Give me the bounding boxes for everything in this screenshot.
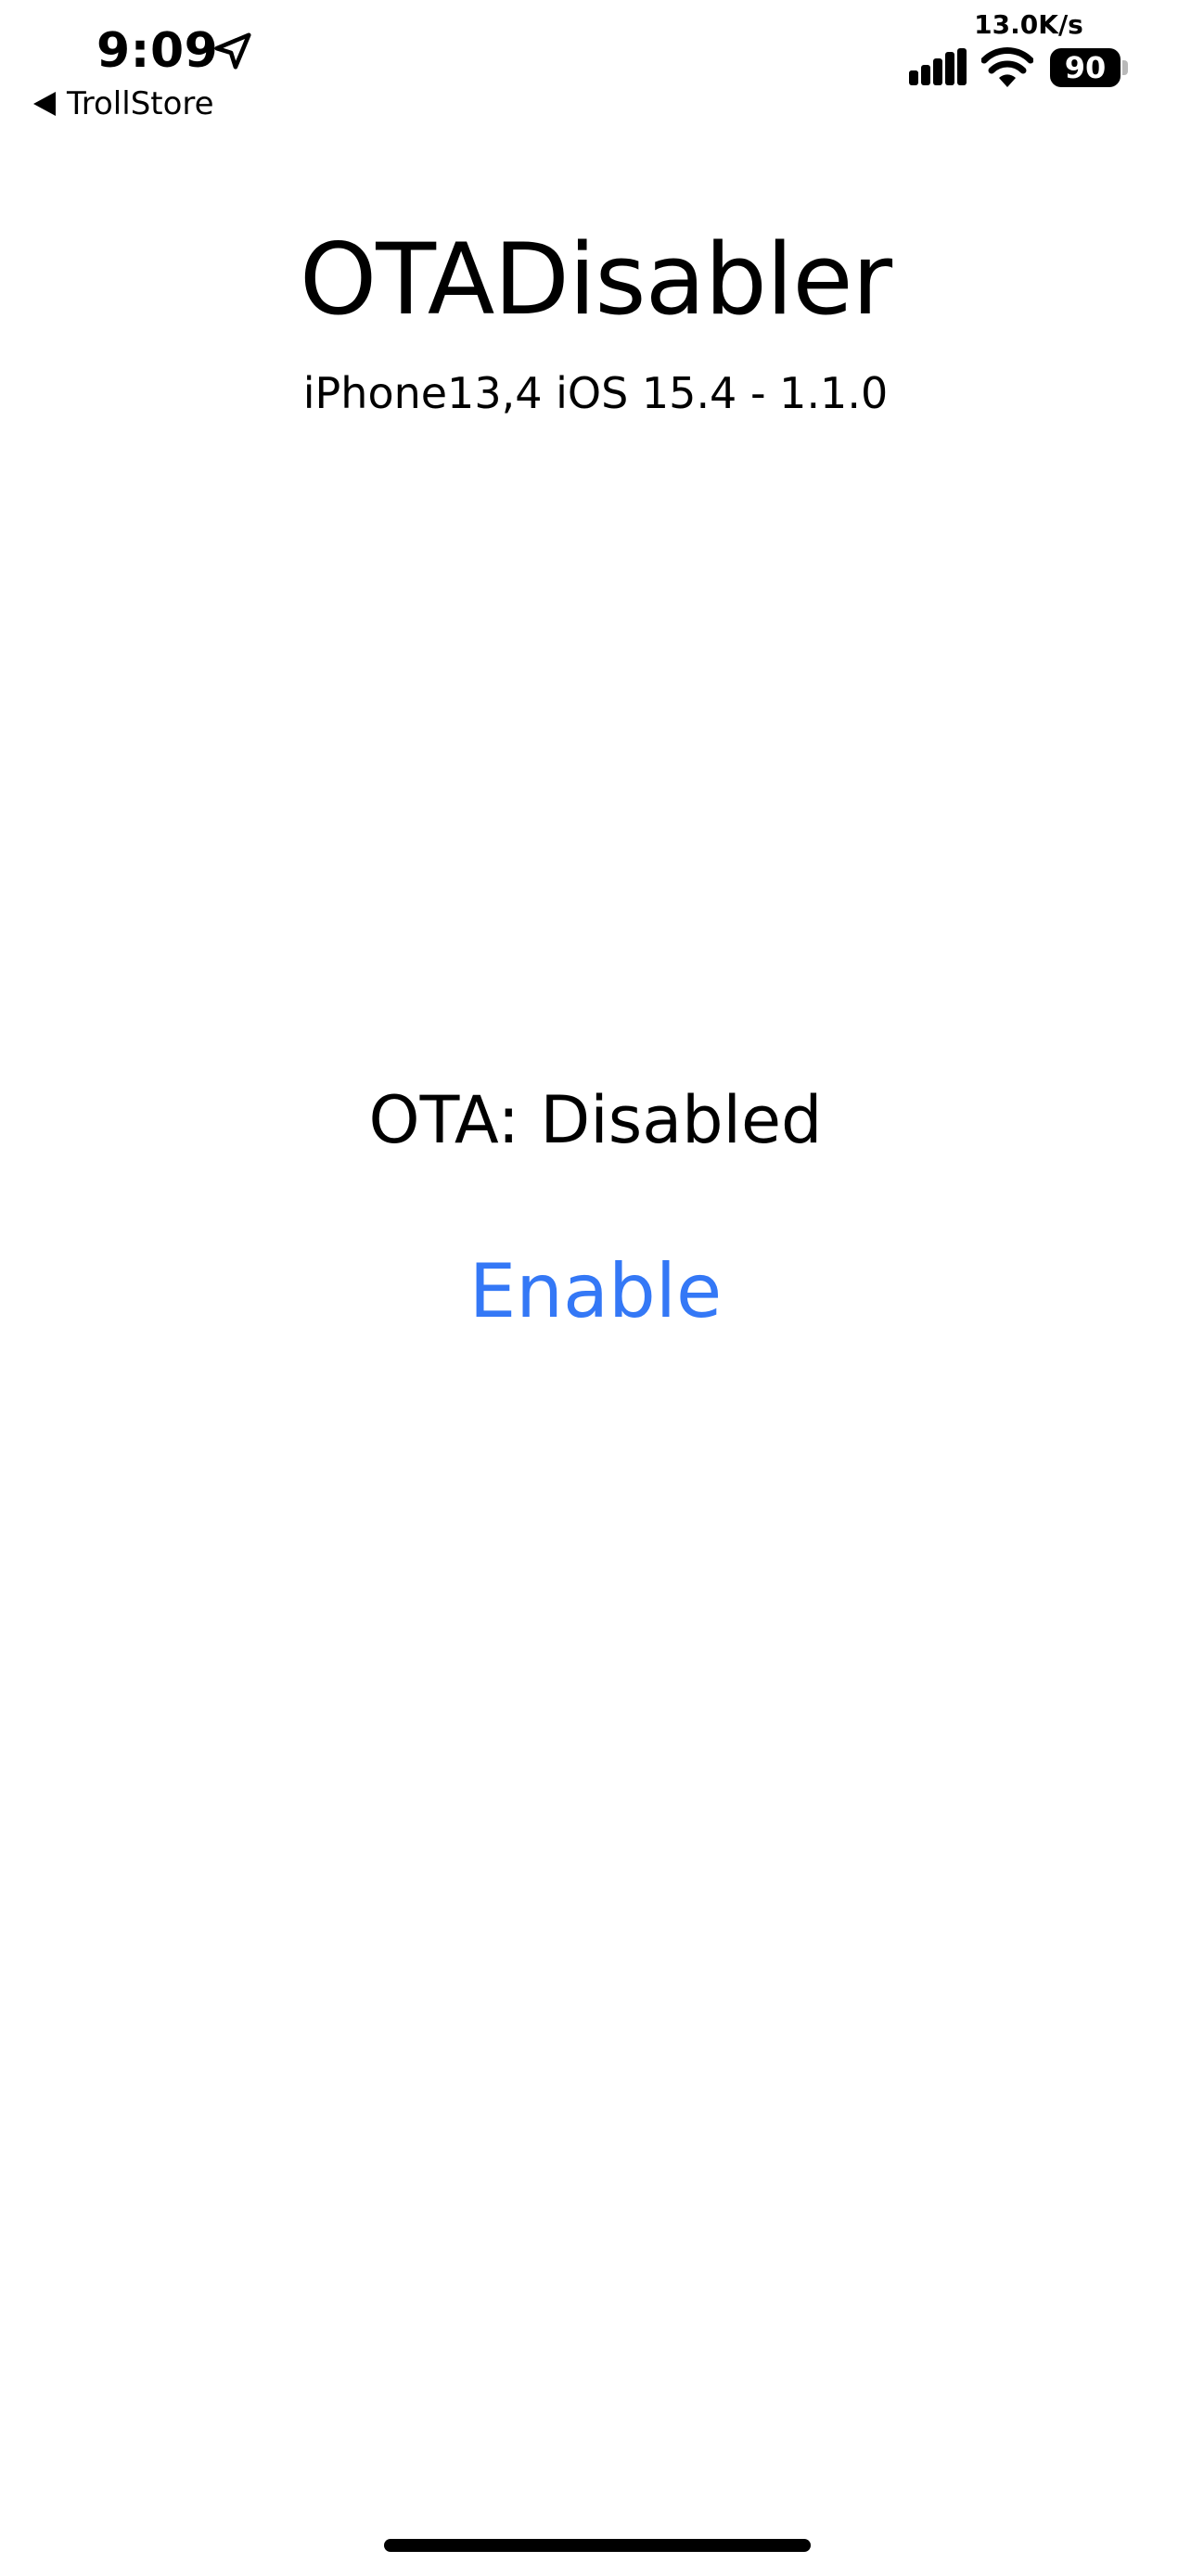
wifi-icon [981,47,1033,87]
enable-button[interactable]: Enable [456,1241,735,1343]
status-time: 9:09 [96,23,219,79]
battery-level: 90 [1064,50,1107,85]
network-speed: 13.0K/s [974,9,1083,40]
back-triangle-icon [33,92,56,116]
back-to-trollstore-button[interactable]: TrollStore [33,85,214,122]
status-bar: 9:09 TrollStore 13.0K/s 90 [0,0,1191,139]
back-app-label: TrollStore [67,85,214,122]
battery-icon: 90 [1050,48,1128,87]
home-indicator[interactable] [384,2539,811,2552]
location-arrow-icon [214,32,251,70]
battery-tip [1122,60,1128,75]
cellular-signal-icon [909,48,967,85]
ota-status-label: OTA: Disabled [368,1082,823,1158]
app-title: OTADisabler [299,223,892,337]
device-info: iPhone13,4 iOS 15.4 - 1.1.0 [302,368,889,418]
